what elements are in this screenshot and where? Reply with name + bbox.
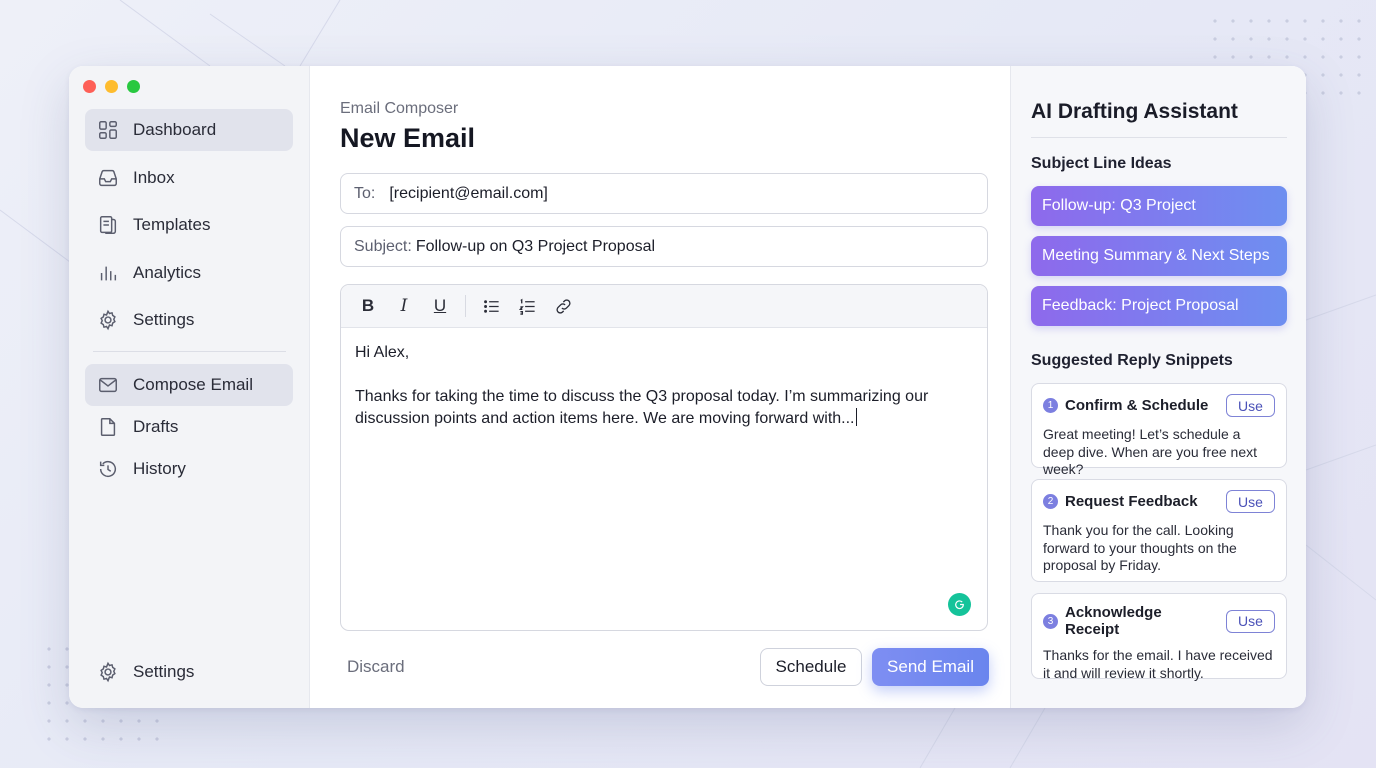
email-composer: Email Composer New Email To: [recipient@…	[310, 66, 1010, 708]
snippet-text: Great meeting! Let’s schedule a deep div…	[1043, 426, 1258, 477]
to-label: To:	[354, 184, 376, 202]
document-icon	[100, 418, 116, 436]
to-field[interactable]: To: [recipient@email.com]	[340, 173, 988, 214]
send-email-button[interactable]: Send Email	[872, 648, 989, 686]
close-window-button[interactable]	[83, 80, 96, 93]
inbox-icon	[99, 169, 117, 187]
sidebar-item-history[interactable]: History	[85, 448, 293, 490]
bullet-list-icon	[483, 299, 499, 313]
discard-button[interactable]: Discard	[347, 657, 405, 677]
reply-snippet-card: 1 Confirm & Schedule Use Great meeting! …	[1031, 383, 1287, 477]
link-icon	[555, 298, 571, 314]
sidebar-item-label: Analytics	[133, 263, 202, 282]
use-snippet-button[interactable]: Use	[1226, 609, 1275, 633]
history-icon	[99, 461, 117, 478]
subject-idea-chip[interactable]: Follow-up: Q3 Project	[1031, 186, 1287, 226]
sidebar-item-inbox[interactable]: Inbox	[85, 157, 293, 199]
snippet-text: Thanks for the email. I have received it…	[1043, 647, 1273, 681]
sidebar-divider	[93, 351, 286, 352]
snippets-heading: Suggested Reply Snippets	[1031, 352, 1233, 369]
to-value[interactable]: [recipient@email.com]	[389, 185, 548, 203]
sidebar-item-templates[interactable]: Templates	[85, 204, 293, 246]
sidebar-item-settings[interactable]: Settings	[85, 299, 293, 341]
numbered-list-icon	[518, 298, 535, 315]
message-body[interactable]: Hi Alex, Thanks for taking the time to d…	[341, 328, 987, 444]
sidebar-item-compose-email[interactable]: Compose Email	[85, 364, 293, 406]
subject-idea-chip[interactable]: Feedback: Project Proposal	[1031, 286, 1287, 326]
sidebar-item-label: Settings	[133, 310, 195, 329]
envelope-icon	[99, 377, 117, 393]
grammarly-badge[interactable]	[948, 593, 971, 616]
sidebar-item-dashboard[interactable]: Dashboard	[85, 109, 293, 151]
sidebar-item-label: History	[133, 459, 186, 478]
minimize-window-button[interactable]	[105, 80, 118, 93]
message-editor[interactable]: B I U Hi Alex, Thanks for taking the tim…	[340, 284, 988, 631]
sidebar: Dashboard Inbox Templates Analytics Sett…	[69, 66, 310, 708]
ai-assistant-panel: AI Drafting Assistant Subject Line Ideas…	[1010, 66, 1306, 708]
sidebar-item-label: Templates	[133, 215, 211, 234]
subject-idea-chip[interactable]: Meeting Summary & Next Steps	[1031, 236, 1287, 276]
snippet-number-badge: 3	[1043, 613, 1058, 629]
sidebar-item-label: Inbox	[133, 168, 175, 187]
snippet-number-badge: 1	[1043, 398, 1058, 413]
sidebar-item-label: Settings	[133, 662, 195, 681]
snippet-title: Acknowledge Receipt	[1065, 604, 1162, 638]
underline-button[interactable]: U	[425, 291, 455, 321]
body-greeting: Hi Alex,	[355, 344, 410, 361]
window-controls	[83, 80, 140, 93]
grammarly-icon	[955, 600, 964, 610]
assistant-title: AI Drafting Assistant	[1031, 100, 1238, 123]
snippet-text: Thank you for the call. Looking forward …	[1043, 522, 1237, 573]
reply-snippet-card: 3 Acknowledge Receipt Use Thanks for the…	[1031, 593, 1287, 681]
sidebar-item-drafts[interactable]: Drafts	[85, 406, 293, 448]
link-button[interactable]	[548, 291, 578, 321]
use-snippet-button[interactable]: Use	[1226, 490, 1275, 513]
text-caret	[855, 408, 857, 426]
numbered-list-button[interactable]	[512, 291, 542, 321]
bold-button[interactable]: B	[353, 291, 383, 321]
snippet-title: Confirm & Schedule	[1065, 397, 1209, 414]
sidebar-item-label: Dashboard	[133, 120, 217, 139]
sidebar-item-label: Compose Email	[133, 375, 253, 394]
bar-chart-icon	[100, 266, 117, 281]
toolbar-divider	[465, 295, 466, 317]
bullet-list-button[interactable]	[476, 291, 506, 321]
subject-ideas-heading: Subject Line Ideas	[1031, 155, 1172, 172]
italic-button[interactable]: I	[389, 291, 419, 321]
subject-field[interactable]: Subject: Follow-up on Q3 Project Proposa…	[340, 226, 988, 267]
app-window: Dashboard Inbox Templates Analytics Sett…	[69, 66, 1306, 708]
use-snippet-button[interactable]: Use	[1226, 394, 1275, 417]
snippet-number-badge: 2	[1043, 494, 1058, 509]
subject-value[interactable]: Follow-up on Q3 Project Proposal	[416, 238, 655, 256]
body-text: Thanks for taking the time to discuss th…	[355, 388, 929, 427]
sidebar-item-analytics[interactable]: Analytics	[85, 252, 293, 294]
snippet-title: Request Feedback	[1065, 493, 1198, 510]
assistant-divider	[1031, 137, 1287, 138]
templates-icon	[99, 216, 117, 234]
gear-icon	[100, 309, 116, 331]
subject-label: Subject:	[354, 237, 412, 255]
page-title: New Email	[340, 123, 476, 153]
sidebar-footer-settings[interactable]: Settings	[85, 651, 293, 693]
gear-icon	[100, 661, 116, 683]
reply-snippet-card: 2 Request Feedback Use Thank you for the…	[1031, 479, 1287, 582]
maximize-window-button[interactable]	[127, 80, 140, 93]
composer-kicker: Email Composer	[340, 100, 459, 117]
formatting-toolbar: B I U	[341, 285, 987, 328]
sidebar-item-label: Drafts	[133, 417, 179, 436]
schedule-button[interactable]: Schedule	[760, 648, 862, 686]
grid-icon	[99, 121, 117, 139]
